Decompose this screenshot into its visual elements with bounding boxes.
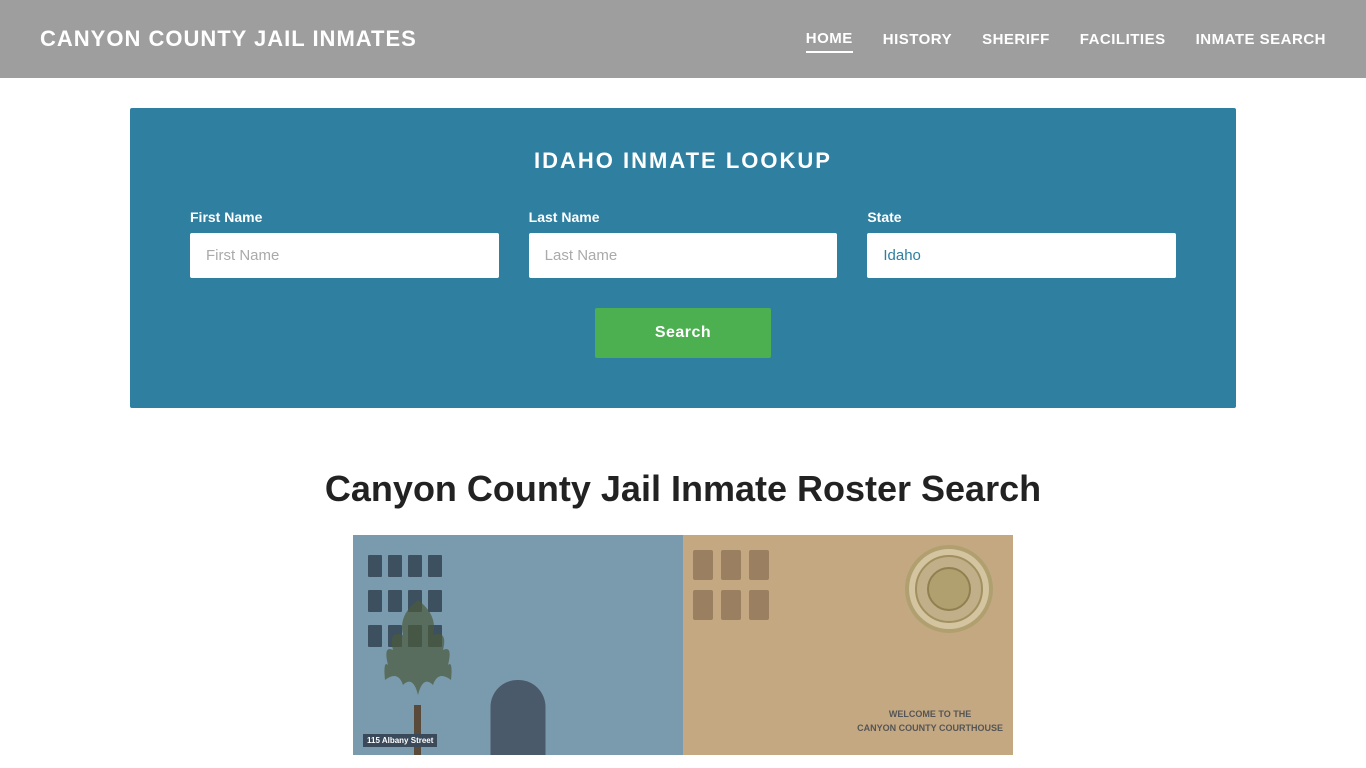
last-name-input[interactable] [529,233,838,278]
nav-inmate-search[interactable]: INMATE SEARCH [1196,27,1326,52]
search-button[interactable]: Search [595,308,771,358]
form-row: First Name Last Name State [190,209,1176,278]
courthouse-right: Welcome to the Canyon County Courthouse [683,535,1013,755]
welcome-text: Welcome to the Canyon County Courthouse [857,708,1003,735]
nav-history[interactable]: HISTORY [883,27,952,52]
inmate-lookup-panel: IDAHO INMATE LOOKUP First Name Last Name… [130,108,1236,408]
search-btn-row: Search [190,308,1176,358]
roster-title: Canyon County Jail Inmate Roster Search [40,468,1326,510]
last-name-label: Last Name [529,209,838,225]
nav-home[interactable]: HOME [806,26,853,53]
last-name-group: Last Name [529,209,838,278]
county-seal [905,545,993,633]
main-nav: HOME HISTORY SHERIFF FACILITIES INMATE S… [806,26,1326,53]
site-header: Canyon County Jail Inmates HOME HISTORY … [0,0,1366,78]
courthouse-image: 115 Albany Street Welco [353,535,1013,755]
site-title: Canyon County Jail Inmates [40,26,417,52]
state-input[interactable] [867,233,1176,278]
state-label: State [867,209,1176,225]
lookup-title: IDAHO INMATE LOOKUP [190,148,1176,174]
first-name-group: First Name [190,209,499,278]
main-content: Canyon County Jail Inmate Roster Search [0,438,1366,755]
state-group: State [867,209,1176,278]
nav-sheriff[interactable]: SHERIFF [982,27,1050,52]
nav-facilities[interactable]: FACILITIES [1080,27,1166,52]
first-name-input[interactable] [190,233,499,278]
courthouse-left: 115 Albany Street [353,535,683,755]
first-name-label: First Name [190,209,499,225]
street-sign: 115 Albany Street [363,734,437,747]
